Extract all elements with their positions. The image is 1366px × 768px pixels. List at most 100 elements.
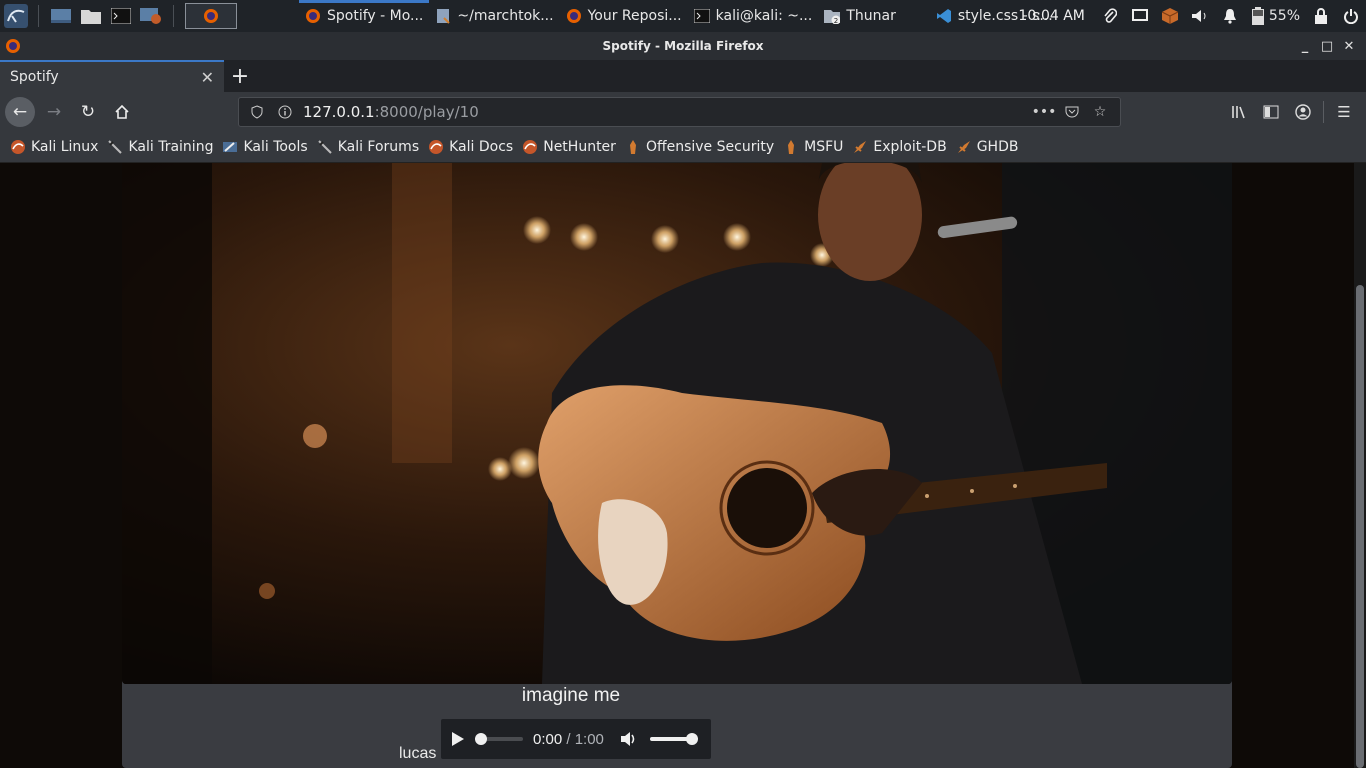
forward-arrow-icon[interactable]: →: [39, 97, 69, 127]
new-tab-icon[interactable]: +: [224, 60, 256, 92]
task-terminal[interactable]: kali@kali: ~...: [688, 0, 819, 32]
task-file-editor[interactable]: ~/marchtok...: [429, 0, 559, 32]
task-firefox-spotify[interactable]: Spotify - Mo...: [299, 0, 430, 32]
bookmark-item[interactable]: Kali Docs: [428, 139, 513, 155]
taskbar-separator: [38, 5, 39, 27]
task-label: Spotify - Mo...: [327, 8, 424, 24]
kali-dragon-icon: [522, 139, 538, 155]
bookmark-label: Kali Linux: [31, 139, 99, 155]
exploitdb-icon: [956, 139, 972, 155]
page-scrollbar[interactable]: [1354, 163, 1366, 768]
bookmark-item[interactable]: Kali Training: [107, 139, 213, 155]
firefox-icon: [5, 38, 21, 54]
volume-icon[interactable]: [1190, 6, 1210, 26]
page-content: imagine me lucas 0:00 / 1:00: [0, 163, 1366, 768]
address-bar[interactable]: 127.0.0.1:8000/play/10 ••• ☆: [238, 97, 1121, 127]
screenshot-launcher-icon[interactable]: [139, 4, 163, 28]
song-title: imagine me: [521, 685, 621, 706]
offsec-icon: [783, 139, 799, 155]
power-icon[interactable]: [1341, 6, 1361, 26]
bookmark-item[interactable]: Exploit-DB: [852, 139, 947, 155]
page-actions-icon[interactable]: •••: [1030, 104, 1058, 120]
bookmark-item[interactable]: Kali Linux: [10, 139, 98, 155]
window-titlebar[interactable]: Spotify - Mozilla Firefox _ □ ✕: [0, 32, 1366, 60]
seek-slider-knob[interactable]: [475, 733, 487, 745]
offsec-icon: [625, 139, 641, 155]
paperclip-icon[interactable]: [1100, 6, 1120, 26]
folder-icon: 2: [824, 8, 841, 24]
tab-spotify[interactable]: Spotify ✕: [0, 60, 224, 92]
account-icon[interactable]: [1287, 104, 1319, 120]
artist-name: lucas: [399, 745, 437, 762]
bookmark-item[interactable]: Offensive Security: [625, 139, 774, 155]
close-icon[interactable]: ✕: [1338, 39, 1360, 54]
duration: / 1:00: [566, 730, 604, 748]
reload-icon[interactable]: ↻: [73, 97, 103, 127]
tracking-shield-icon[interactable]: [249, 104, 265, 120]
system-tray: 10:04 AM 55%: [1018, 0, 1366, 32]
svg-text:2: 2: [834, 17, 838, 24]
url-path: :8000/play/10: [374, 103, 479, 121]
workspace-firefox-icon[interactable]: [185, 3, 237, 29]
launcher-area: [0, 0, 237, 32]
terminal-launcher-icon[interactable]: [109, 4, 133, 28]
bookmark-item[interactable]: Kali Forums: [317, 139, 419, 155]
window-controls: _ □ ✕: [1294, 32, 1360, 60]
time-display: 0:00 / 1:00: [533, 731, 604, 748]
site-info-icon[interactable]: [277, 104, 293, 120]
task-thunar[interactable]: 2 Thunar: [818, 0, 902, 32]
menu-hamburger-icon[interactable]: ☰: [1328, 103, 1360, 121]
navigation-toolbar: ← → ↻ 127.0.0.1:8000/play/10 ••• ☆ ☰: [0, 92, 1366, 132]
bookmark-item[interactable]: NetHunter: [522, 139, 616, 155]
home-icon[interactable]: [107, 97, 137, 127]
volume-slider[interactable]: [649, 733, 698, 745]
kali-tools-icon: [222, 139, 238, 155]
package-icon[interactable]: [1160, 6, 1180, 26]
bookmark-label: Kali Training: [128, 139, 214, 155]
bookmark-item[interactable]: MSFU: [783, 139, 843, 155]
tab-close-icon[interactable]: ✕: [201, 68, 214, 87]
scrollbar-thumb[interactable]: [1356, 285, 1364, 768]
maximize-icon[interactable]: □: [1316, 39, 1338, 54]
tab-bar: Spotify ✕ +: [0, 60, 1366, 92]
task-label: kali@kali: ~...: [715, 8, 813, 24]
seek-slider[interactable]: [475, 733, 523, 745]
exploitdb-icon: [852, 139, 868, 155]
battery-indicator[interactable]: 55%: [1251, 7, 1300, 25]
toolbar-separator: [1323, 101, 1324, 123]
bookmark-item[interactable]: Kali Tools: [222, 139, 308, 155]
library-icon[interactable]: [1223, 105, 1255, 119]
url-host: 127.0.0.1: [303, 103, 375, 121]
task-firefox-repository[interactable]: Your Reposi...: [560, 0, 688, 32]
album-cover-image: [122, 163, 1232, 684]
bookmark-label: GHDB: [976, 139, 1019, 155]
bookmark-item[interactable]: GHDB: [956, 139, 1019, 155]
file-manager-icon[interactable]: [79, 4, 103, 28]
firefox-icon: [305, 8, 321, 24]
play-icon[interactable]: [451, 731, 467, 747]
vscode-icon: [936, 8, 952, 24]
volume-icon[interactable]: [620, 731, 638, 747]
bookmark-label: Kali Forums: [337, 139, 420, 155]
back-arrow-icon[interactable]: ←: [5, 97, 35, 127]
kali-menu-icon[interactable]: [1, 1, 31, 31]
bookmark-label: NetHunter: [543, 139, 616, 155]
system-taskbar: Spotify - Mo... ~/marchtok... Your Repos…: [0, 0, 1366, 32]
bookmark-label: MSFU: [804, 139, 844, 155]
clock[interactable]: 10:04 AM: [1018, 8, 1084, 24]
pocket-icon[interactable]: [1058, 105, 1086, 119]
minimize-icon[interactable]: _: [1294, 39, 1316, 54]
bookmark-star-icon[interactable]: ☆: [1086, 104, 1114, 120]
lock-icon[interactable]: [1311, 6, 1331, 26]
display-icon[interactable]: [1130, 6, 1150, 26]
taskbar-separator: [173, 5, 174, 27]
task-label: ~/marchtok...: [457, 8, 554, 24]
window-title: Spotify - Mozilla Firefox: [602, 39, 764, 53]
bookmark-label: Exploit-DB: [873, 139, 947, 155]
task-list: Spotify - Mo... ~/marchtok... Your Repos…: [299, 0, 1059, 32]
task-label: Your Reposi...: [587, 8, 682, 24]
desktop-icon[interactable]: [49, 4, 73, 28]
notification-bell-icon[interactable]: [1220, 6, 1240, 26]
sidebar-icon[interactable]: [1255, 105, 1287, 119]
volume-slider-knob[interactable]: [685, 733, 698, 745]
